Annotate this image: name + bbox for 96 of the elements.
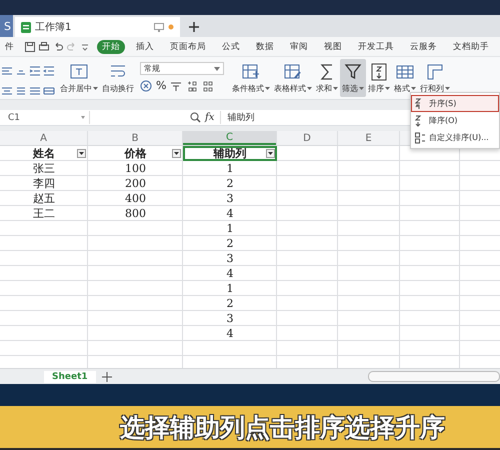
- menu-tab[interactable]: 文档助手: [448, 40, 494, 54]
- row-column-icon: [426, 62, 444, 80]
- table-cell-text: 1: [226, 221, 234, 236]
- print-icon[interactable]: [39, 42, 49, 52]
- filter-dropdown-button[interactable]: [172, 149, 181, 158]
- merge-cells-icon: [70, 62, 88, 80]
- distributed-icon[interactable]: [43, 84, 55, 96]
- sort-icon: [370, 62, 388, 80]
- column-header[interactable]: A: [0, 131, 87, 145]
- table-cell-text: 4: [226, 266, 234, 281]
- table-cell-text: 李四: [32, 176, 56, 191]
- table-cell-text: 王二: [32, 206, 56, 221]
- align-left-icon[interactable]: [1, 65, 13, 77]
- menu-tab[interactable]: 开始: [97, 40, 125, 54]
- table-cell-text: 1: [226, 161, 234, 176]
- align-middle-icon[interactable]: [15, 84, 27, 96]
- caret-icon: [214, 66, 220, 70]
- caret-icon: [79, 152, 84, 155]
- undo-icon[interactable]: [53, 42, 63, 52]
- table-cell-text: 赵五: [32, 191, 56, 206]
- funnel-icon: [344, 62, 362, 80]
- caret-icon: [174, 152, 179, 155]
- table-cell-text: 800: [124, 206, 147, 221]
- document-tab[interactable]: 工作簿1: [15, 17, 180, 37]
- spreadsheet-icon: [21, 22, 31, 32]
- header-cell: 价格: [124, 146, 146, 161]
- table-cell-text: 4: [226, 206, 234, 221]
- menu-tab[interactable]: 件: [0, 40, 19, 54]
- filter-dropdown-button[interactable]: [266, 149, 275, 158]
- customize-icon[interactable]: [81, 42, 89, 52]
- conditional-format-icon: [242, 62, 260, 80]
- ribbon-button[interactable]: 合并居中: [58, 59, 100, 97]
- ribbon-button[interactable]: 表格样式: [272, 59, 314, 97]
- custom-sort-icon: [415, 132, 425, 144]
- menu-tab[interactable]: 视图: [319, 40, 347, 54]
- table-cell-text: 4: [226, 326, 234, 341]
- save-icon[interactable]: [25, 42, 35, 52]
- grid-icon: [396, 62, 414, 80]
- column-header[interactable]: B: [88, 131, 182, 145]
- increase-decimal-icon[interactable]: [186, 80, 198, 92]
- table-cell-text: 400: [124, 191, 147, 206]
- filter-dropdown-button[interactable]: [77, 149, 86, 158]
- menu-item[interactable]: 自定义排序(U)...: [411, 129, 499, 146]
- table-cell-text: 2: [226, 296, 234, 311]
- table-cell-text: 3: [226, 191, 234, 206]
- menu-tab[interactable]: 插入: [131, 40, 159, 54]
- menu-tab[interactable]: 页面布局: [165, 40, 211, 54]
- caret-icon: [81, 116, 85, 119]
- currency-icon[interactable]: [140, 80, 152, 92]
- menu-tab[interactable]: 开发工具: [353, 40, 399, 54]
- header-cell: 姓名: [33, 146, 55, 161]
- justify-icon[interactable]: [29, 84, 41, 96]
- sheet-tab[interactable]: Sheet1: [44, 370, 96, 382]
- table-cell-text: 2: [226, 176, 234, 191]
- header-cell: 辅助列: [214, 146, 246, 161]
- ribbon-button[interactable]: 排序: [366, 59, 392, 97]
- outdent-icon[interactable]: [43, 65, 55, 77]
- ribbon-button[interactable]: 条件格式: [230, 59, 272, 97]
- name-box[interactable]: C1: [0, 111, 90, 124]
- thousands-separator-icon[interactable]: [170, 80, 182, 92]
- decrease-decimal-icon[interactable]: [202, 80, 214, 92]
- new-tab-icon[interactable]: [188, 21, 200, 33]
- number-format-dropdown[interactable]: 常规: [140, 62, 224, 75]
- column-header[interactable]: E: [338, 131, 399, 145]
- add-sheet-icon[interactable]: [102, 372, 112, 382]
- table-cell-text: 100: [124, 161, 147, 176]
- percent-button[interactable]: %: [156, 79, 166, 92]
- menu-tab[interactable]: 公式: [217, 40, 245, 54]
- ribbon-button[interactable]: 求和: [314, 59, 340, 97]
- ribbon-button[interactable]: 行和列: [418, 59, 452, 97]
- ribbon-button[interactable]: 筛选: [340, 59, 366, 97]
- table-cell-text: 2: [226, 236, 234, 251]
- app-tab[interactable]: S: [0, 15, 13, 37]
- ribbon-button[interactable]: 格式: [392, 59, 418, 97]
- table-cell-text: 张三: [32, 161, 56, 176]
- table-cell-text: 1: [226, 281, 234, 296]
- menu-tab[interactable]: 云服务: [405, 40, 442, 54]
- table-cell-text: 200: [124, 176, 147, 191]
- table-style-icon: [284, 62, 302, 80]
- monitor-icon: [154, 22, 164, 32]
- align-center-icon[interactable]: [1, 84, 13, 96]
- menu-tab[interactable]: 审阅: [285, 40, 313, 54]
- caret-icon: [268, 152, 273, 155]
- ribbon-button[interactable]: 自动换行: [100, 59, 136, 97]
- menu-item[interactable]: 升序(S): [411, 95, 499, 112]
- function-button[interactable]: fx: [205, 112, 214, 123]
- table-cell-text: 3: [226, 311, 234, 326]
- table-cell-text: 3: [226, 251, 234, 266]
- selected-cell-outline[interactable]: 辅助列: [183, 146, 277, 161]
- subtitle-caption: 选择辅助列点击排序选择升序: [120, 412, 445, 444]
- indent-icon[interactable]: [29, 65, 41, 77]
- horizontal-scrollbar[interactable]: [368, 371, 500, 382]
- menu-tab[interactable]: 数据: [251, 40, 279, 54]
- dot-icon: [168, 24, 174, 30]
- zoom-icon[interactable]: [190, 112, 201, 123]
- column-header[interactable]: D: [277, 131, 337, 145]
